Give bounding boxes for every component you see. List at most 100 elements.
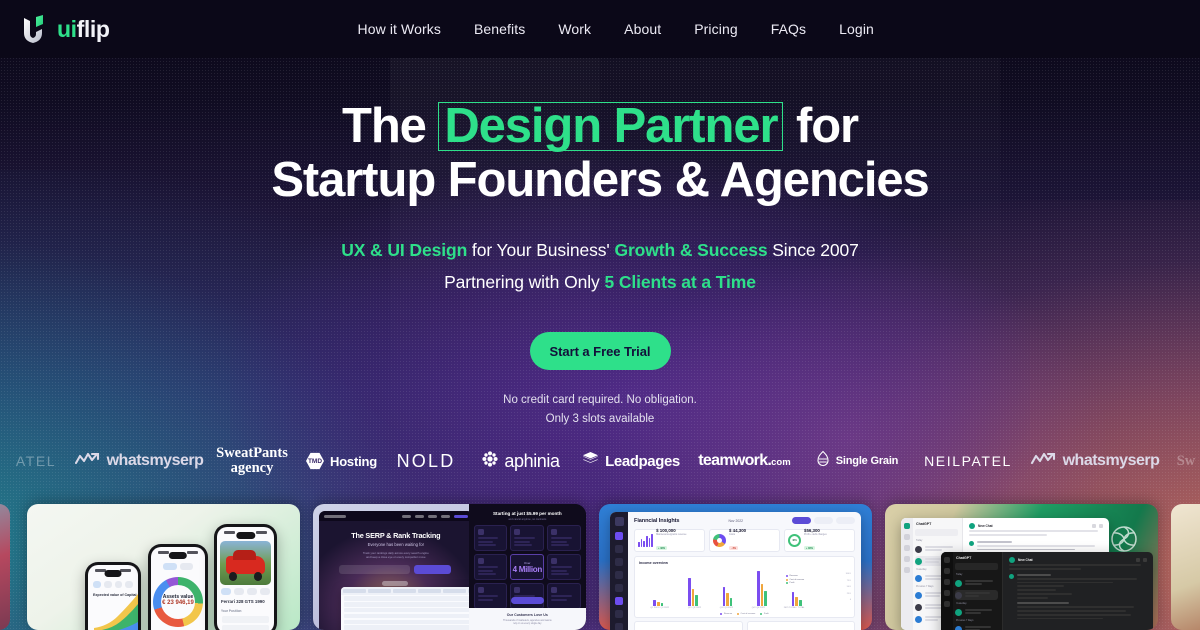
sidebar-icon-calendar[interactable] <box>615 584 623 592</box>
feature-tile <box>473 525 508 551</box>
phone-mockup-chart: Expected value of Capital <box>85 562 141 630</box>
sidebar-icon-home[interactable] <box>615 532 623 540</box>
hero-subtitle-2: Partnering with Only 5 Clients at a Time <box>0 272 1200 293</box>
brand-name-green: ui <box>57 15 77 42</box>
logo-label: whatsmyserp <box>106 452 204 469</box>
lower-panel-left <box>634 621 743 630</box>
rail-icon-settings[interactable] <box>904 567 910 573</box>
dashboard-lower-panels <box>634 621 855 630</box>
rail-icon-library[interactable] <box>904 545 910 551</box>
brand-logo-link[interactable]: uiflip <box>20 14 110 44</box>
sidebar-icon-wallet[interactable] <box>615 571 623 579</box>
segment-year[interactable] <box>836 517 855 524</box>
stat-card-profit: 48% $56,300 Profit + debt changes + 48% <box>784 528 855 552</box>
sidebar-section-previous: Previous 7 Days <box>916 585 934 588</box>
chatgpt-search-input[interactable] <box>915 529 958 536</box>
dashboard-logo-icon <box>614 517 624 526</box>
work-card-peek-right[interactable] <box>1171 504 1200 630</box>
segment-monthly[interactable] <box>792 517 811 524</box>
logo-label: Hosting <box>330 453 377 469</box>
work-card-financial-dashboard[interactable]: Fianncial Insights Nov 2022 $ 100,000 Ma… <box>599 504 872 630</box>
window-controls[interactable] <box>1092 524 1103 528</box>
table-row <box>344 619 473 624</box>
feature-tile <box>510 525 545 551</box>
logo-whatsmyserp-1: whatsmyserp <box>72 452 206 470</box>
rail-icon-search[interactable] <box>904 534 910 540</box>
logo-sweatpants-agency: SweatPants agency <box>206 446 298 476</box>
dashboard-date-range[interactable]: Nov 2022 <box>728 519 743 523</box>
nav-how-it-works[interactable]: How it Works <box>358 21 441 37</box>
conversation-item[interactable] <box>955 624 998 630</box>
chart-title: Income overview <box>639 561 668 565</box>
rail-icon-search[interactable] <box>944 568 950 574</box>
chatgpt-app-title: ChatGPT <box>916 522 932 526</box>
feature-tile <box>473 554 508 580</box>
rail-icon-explore[interactable] <box>944 590 950 596</box>
nav-pricing[interactable]: Pricing <box>694 21 738 37</box>
stat-label: Maintenance/grants revenue <box>656 532 687 536</box>
phone3-sub: Your Position <box>221 609 242 613</box>
conversation-item-selected[interactable] <box>955 590 998 600</box>
bar-group <box>791 591 802 606</box>
phone-notch <box>104 570 122 577</box>
chatgpt-search-input-dark[interactable] <box>955 563 998 570</box>
nav-benefits[interactable]: Benefits <box>474 21 525 37</box>
start-free-trial-button[interactable]: Start a Free Trial <box>529 332 671 370</box>
chat-title: New Chat <box>978 524 993 528</box>
stacked-layers-icon <box>582 451 599 471</box>
headline-prefix: The <box>341 99 439 153</box>
work-card-mobile-app[interactable]: Expected value of Capital Assets value €… <box>27 504 300 630</box>
sidebar-section-today: Today <box>916 539 923 542</box>
sidebar-icon-reports[interactable] <box>615 558 623 566</box>
arrow-growth-icon <box>1030 452 1057 470</box>
nav-faqs[interactable]: FAQs <box>771 21 806 37</box>
stat-card-revenue: $ 100,000 Maintenance/grants revenue + 4… <box>634 528 705 552</box>
rail-icon-new-chat[interactable] <box>944 557 950 563</box>
rail-icon-library[interactable] <box>944 579 950 585</box>
logo-single-grain: Single Grain <box>802 450 912 473</box>
chart-y-axis-ticks: 100 K 75 K 50 K 25 K0 <box>845 573 851 601</box>
work-card-peek-left[interactable] <box>0 504 10 630</box>
page-title: The Design Partner for Startup Founders … <box>0 99 1200 207</box>
chat-header: New Chat <box>969 522 1103 530</box>
serp-hero-title: The SERP & Rank Tracking <box>351 531 441 540</box>
serp-testimonial-footer: Our Customers Love Us Thousands of marke… <box>468 608 586 630</box>
rail-icon-new-chat[interactable] <box>904 523 910 529</box>
work-card-serp-tracking[interactable]: The SERP & Rank Tracking Everyone has be… <box>313 504 586 630</box>
fine-print-no-credit-card: No credit card required. No obligation. <box>503 394 697 406</box>
conversation-item[interactable] <box>955 607 998 617</box>
segment-quarterly[interactable] <box>814 517 833 524</box>
stat-progress-ring: 48% <box>788 534 801 547</box>
chat-title-dark: New Chat <box>1018 558 1033 562</box>
logo-label: NEILPATEL <box>924 453 1012 469</box>
serp-cta-button[interactable] <box>510 597 544 604</box>
sidebar-icon-search[interactable] <box>615 545 623 553</box>
sidebar-icon-documents[interactable] <box>615 610 623 618</box>
logo-label: whatsmyserp <box>1062 452 1160 469</box>
stat-sparkline-bars <box>638 534 654 547</box>
rail-icon-settings[interactable] <box>944 601 950 607</box>
work-card-chatgpt[interactable]: ChatGPT Today Yesterday Previous 7 Days … <box>885 504 1158 630</box>
tmd-hexagon-icon: TMD <box>306 452 324 470</box>
nav-about[interactable]: About <box>624 21 661 37</box>
nav-work[interactable]: Work <box>558 21 591 37</box>
chatgpt-icon-rail-dark <box>941 552 953 630</box>
assistant-avatar-icon <box>1009 574 1014 580</box>
logo-neilpatel-partial: ATEL <box>15 453 57 469</box>
serp-signup-button[interactable] <box>414 565 452 574</box>
sidebar-icon-insights[interactable] <box>615 597 623 605</box>
conversation-item[interactable] <box>955 578 998 588</box>
serp-email-input[interactable] <box>338 565 410 574</box>
stat-delta-badge: - 3% <box>729 546 738 550</box>
window-controls-dark[interactable] <box>1136 558 1147 562</box>
phone1-area-chart <box>94 594 138 630</box>
chart-value-legend: Revenue Cost of revenue Profit <box>786 575 824 586</box>
dashboard-period-segmented[interactable] <box>792 517 855 524</box>
bar-group <box>757 571 767 606</box>
rail-icon-explore[interactable] <box>904 556 910 562</box>
fine-print-slots: Only 3 slots available <box>545 413 655 425</box>
dashboard-window: Fianncial Insights Nov 2022 $ 100,000 Ma… <box>610 512 861 630</box>
chatgpt-sidebar-dark: ChatGPT Today Yesterday Previous 7 Days <box>941 552 1003 630</box>
sidebar-icon-settings[interactable] <box>615 623 623 630</box>
nav-login[interactable]: Login <box>839 21 874 37</box>
